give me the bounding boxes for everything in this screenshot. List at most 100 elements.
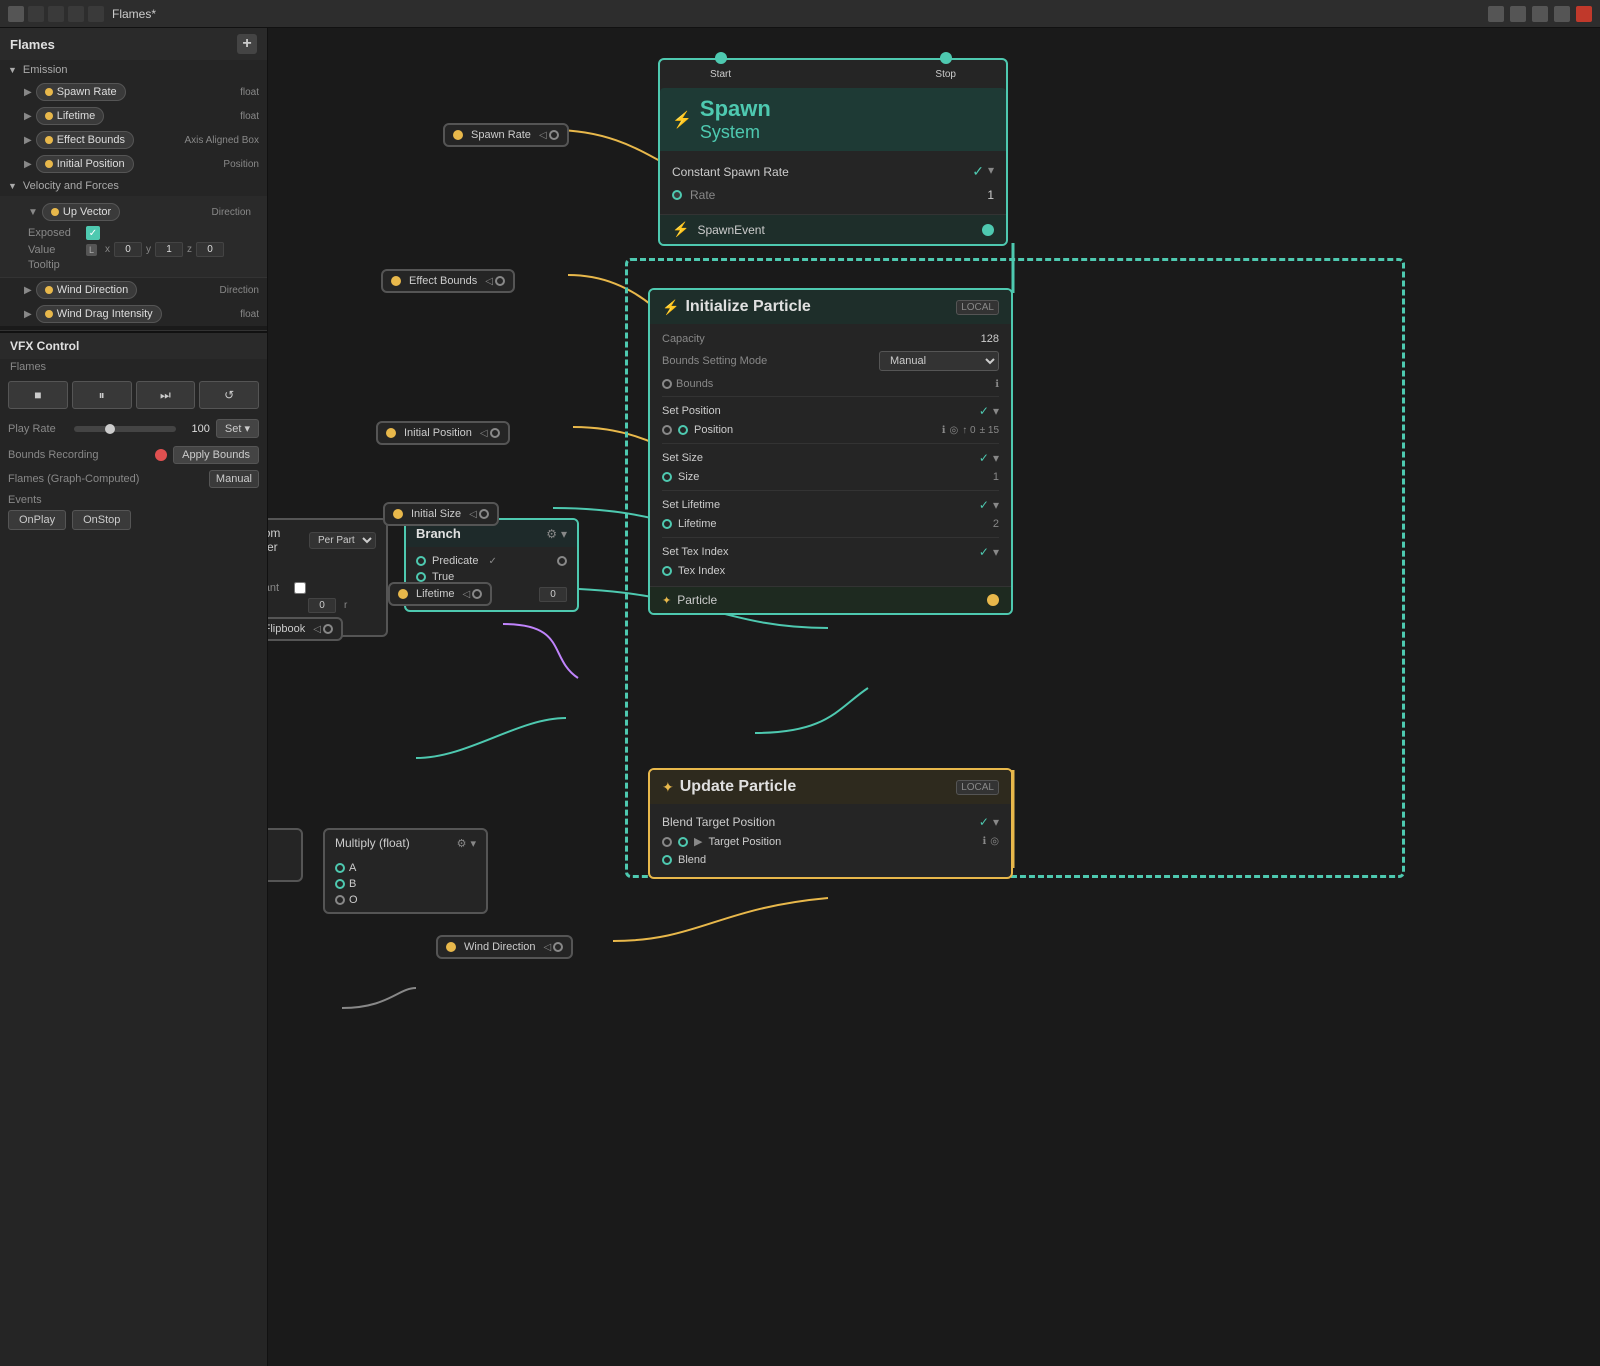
back-icon[interactable] bbox=[48, 6, 64, 22]
bounds-expand-icon: ℹ bbox=[995, 379, 999, 390]
branch-expand-icon[interactable]: ▾ bbox=[561, 527, 567, 541]
update-gear-icon: ✦ bbox=[662, 779, 674, 796]
initial-position-dot bbox=[45, 160, 53, 168]
set-position-check[interactable]: ✓ bbox=[979, 404, 989, 418]
divider3 bbox=[662, 490, 999, 491]
up-vector-item[interactable]: ▼ Up Vector Direction bbox=[28, 200, 259, 224]
set-tex-expand[interactable]: ▾ bbox=[993, 545, 999, 559]
main-canvas[interactable]: Start Stop ⚡ Spawn System Constant Spawn… bbox=[268, 28, 1600, 1366]
use-flipbook-label: Use Flipbook bbox=[268, 623, 305, 635]
play-rate-thumb[interactable] bbox=[105, 424, 115, 434]
wind-drag-item[interactable]: ▶ Wind Drag Intensity float bbox=[0, 302, 267, 326]
tooltip-row: Tooltip bbox=[28, 259, 259, 271]
set-lifetime-check[interactable]: ✓ bbox=[979, 498, 989, 512]
emission-group[interactable]: ▼ Emission bbox=[0, 60, 267, 80]
predicate-check: ✓ bbox=[488, 556, 496, 567]
capacity-row: Capacity 128 bbox=[662, 330, 999, 348]
onstop-button[interactable]: OnStop bbox=[72, 510, 131, 530]
expand-arrow-icon[interactable]: ▾ bbox=[988, 163, 994, 180]
exposed-label: Exposed bbox=[28, 227, 78, 239]
help-icon[interactable] bbox=[1532, 6, 1548, 22]
stop-button[interactable]: ■ bbox=[8, 381, 68, 409]
wind-direction-item[interactable]: ▶ Wind Direction Direction bbox=[0, 278, 267, 302]
bounds-mode-select[interactable]: Manual bbox=[879, 351, 999, 371]
pin-icon[interactable] bbox=[1510, 6, 1526, 22]
effect-bounds-item[interactable]: ▶ Effect Bounds Axis Aligned Box bbox=[0, 128, 267, 152]
menu-icon[interactable] bbox=[28, 6, 44, 22]
init-particle-header: ⚡ Initialize Particle LOCAL bbox=[650, 290, 1011, 324]
lifetime-pill[interactable]: Lifetime bbox=[36, 107, 105, 125]
init-title: Initialize Particle bbox=[685, 298, 810, 316]
spawn-title: Spawn bbox=[700, 96, 771, 122]
initial-position-item[interactable]: ▶ Initial Position Position bbox=[0, 152, 267, 176]
random-title: Random Number bbox=[268, 526, 309, 554]
spawn-rate-item[interactable]: ▶ Spawn Rate float bbox=[0, 80, 267, 104]
lt-out-dot bbox=[472, 589, 482, 599]
blend-check[interactable]: ✓ bbox=[979, 815, 989, 829]
apply-bounds-button[interactable]: Apply Bounds bbox=[173, 446, 259, 464]
play-rate-slider[interactable] bbox=[74, 426, 176, 432]
wind-direction-input-label: Wind Direction bbox=[464, 941, 536, 953]
bounds-recording-label: Bounds Recording bbox=[8, 449, 149, 461]
set-position-expand[interactable]: ▾ bbox=[993, 404, 999, 418]
effect-bounds-pill[interactable]: Effect Bounds bbox=[36, 131, 134, 149]
x-label: x bbox=[105, 244, 110, 255]
min-r-label: r bbox=[344, 600, 347, 611]
random-mode-select[interactable]: Per Part bbox=[309, 532, 376, 549]
spawn-rate-type: float bbox=[240, 87, 259, 98]
title-bar-right bbox=[1488, 6, 1592, 22]
set-button[interactable]: Set ▾ bbox=[216, 419, 259, 438]
update-title-row: ✦ Update Particle bbox=[662, 778, 796, 796]
add-property-button[interactable]: + bbox=[237, 34, 257, 54]
wind-drag-pill[interactable]: Wind Drag Intensity bbox=[36, 305, 162, 323]
lt-arrow-left: ◁ bbox=[463, 589, 471, 600]
exposed-check[interactable]: ✓ bbox=[86, 226, 100, 240]
set-lifetime-expand[interactable]: ▾ bbox=[993, 498, 999, 512]
wind-direction-label: Wind Direction bbox=[57, 284, 129, 296]
x-value[interactable]: 0 bbox=[114, 242, 142, 257]
lifetime-item[interactable]: ▶ Lifetime float bbox=[0, 104, 267, 128]
constant-spawn-check[interactable]: ✓ bbox=[972, 163, 984, 180]
constant-checkbox[interactable] bbox=[294, 582, 306, 594]
set-tex-check[interactable]: ✓ bbox=[979, 545, 989, 559]
set-size-check[interactable]: ✓ bbox=[979, 451, 989, 465]
forward-icon[interactable] bbox=[68, 6, 84, 22]
blend-port-dot bbox=[662, 855, 672, 865]
false-value[interactable]: 0 bbox=[539, 587, 567, 602]
bounds-port-dot bbox=[662, 379, 672, 389]
node-graph: Start Stop ⚡ Spawn System Constant Spawn… bbox=[268, 28, 1600, 1366]
manual-select[interactable]: Manual bbox=[209, 470, 259, 488]
maximize-icon[interactable] bbox=[1554, 6, 1570, 22]
pause-button[interactable]: ⏸ bbox=[72, 381, 132, 409]
capacity-value: 128 bbox=[981, 333, 999, 345]
z-value[interactable]: 0 bbox=[196, 242, 224, 257]
set-size-expand[interactable]: ▾ bbox=[993, 451, 999, 465]
code-icon[interactable] bbox=[1488, 6, 1504, 22]
target-arrow: ▶ bbox=[694, 835, 702, 848]
close-icon[interactable] bbox=[1576, 6, 1592, 22]
record-dot[interactable] bbox=[155, 449, 167, 461]
rate-row: Rate 1 bbox=[672, 184, 994, 206]
save-icon[interactable] bbox=[88, 6, 104, 22]
initial-position-pill[interactable]: Initial Position bbox=[36, 155, 134, 173]
seed-row: Seed bbox=[268, 564, 376, 580]
start-label: Start bbox=[710, 69, 731, 80]
wind-direction-pill[interactable]: Wind Direction bbox=[36, 281, 138, 299]
step-button[interactable]: ⏭ bbox=[136, 381, 196, 409]
multiply2-gear-icon[interactable]: ⚙ bbox=[457, 837, 467, 850]
blend-expand[interactable]: ▾ bbox=[993, 815, 999, 829]
branch-gear-icon[interactable]: ⚙ bbox=[546, 527, 557, 541]
lifetime-dot bbox=[45, 112, 53, 120]
restart-button[interactable]: ↺ bbox=[199, 381, 259, 409]
constant-spawn-row: Constant Spawn Rate ✓ ▾ bbox=[672, 159, 994, 184]
y-value[interactable]: 1 bbox=[155, 242, 183, 257]
wind-direction-input-node: Wind Direction ◁ bbox=[436, 935, 573, 959]
initial-position-input-node: Initial Position ◁ bbox=[376, 421, 510, 445]
spawn-rate-pill[interactable]: Spawn Rate bbox=[36, 83, 126, 101]
velocity-forces-group[interactable]: ▼ Velocity and Forces bbox=[0, 176, 267, 196]
up-vector-pill[interactable]: Up Vector bbox=[42, 203, 120, 221]
multiply2-expand-icon[interactable]: ▾ bbox=[470, 837, 476, 850]
min-value[interactable]: 0 bbox=[308, 598, 336, 613]
position-port-label: Position bbox=[694, 424, 733, 436]
onplay-button[interactable]: OnPlay bbox=[8, 510, 66, 530]
